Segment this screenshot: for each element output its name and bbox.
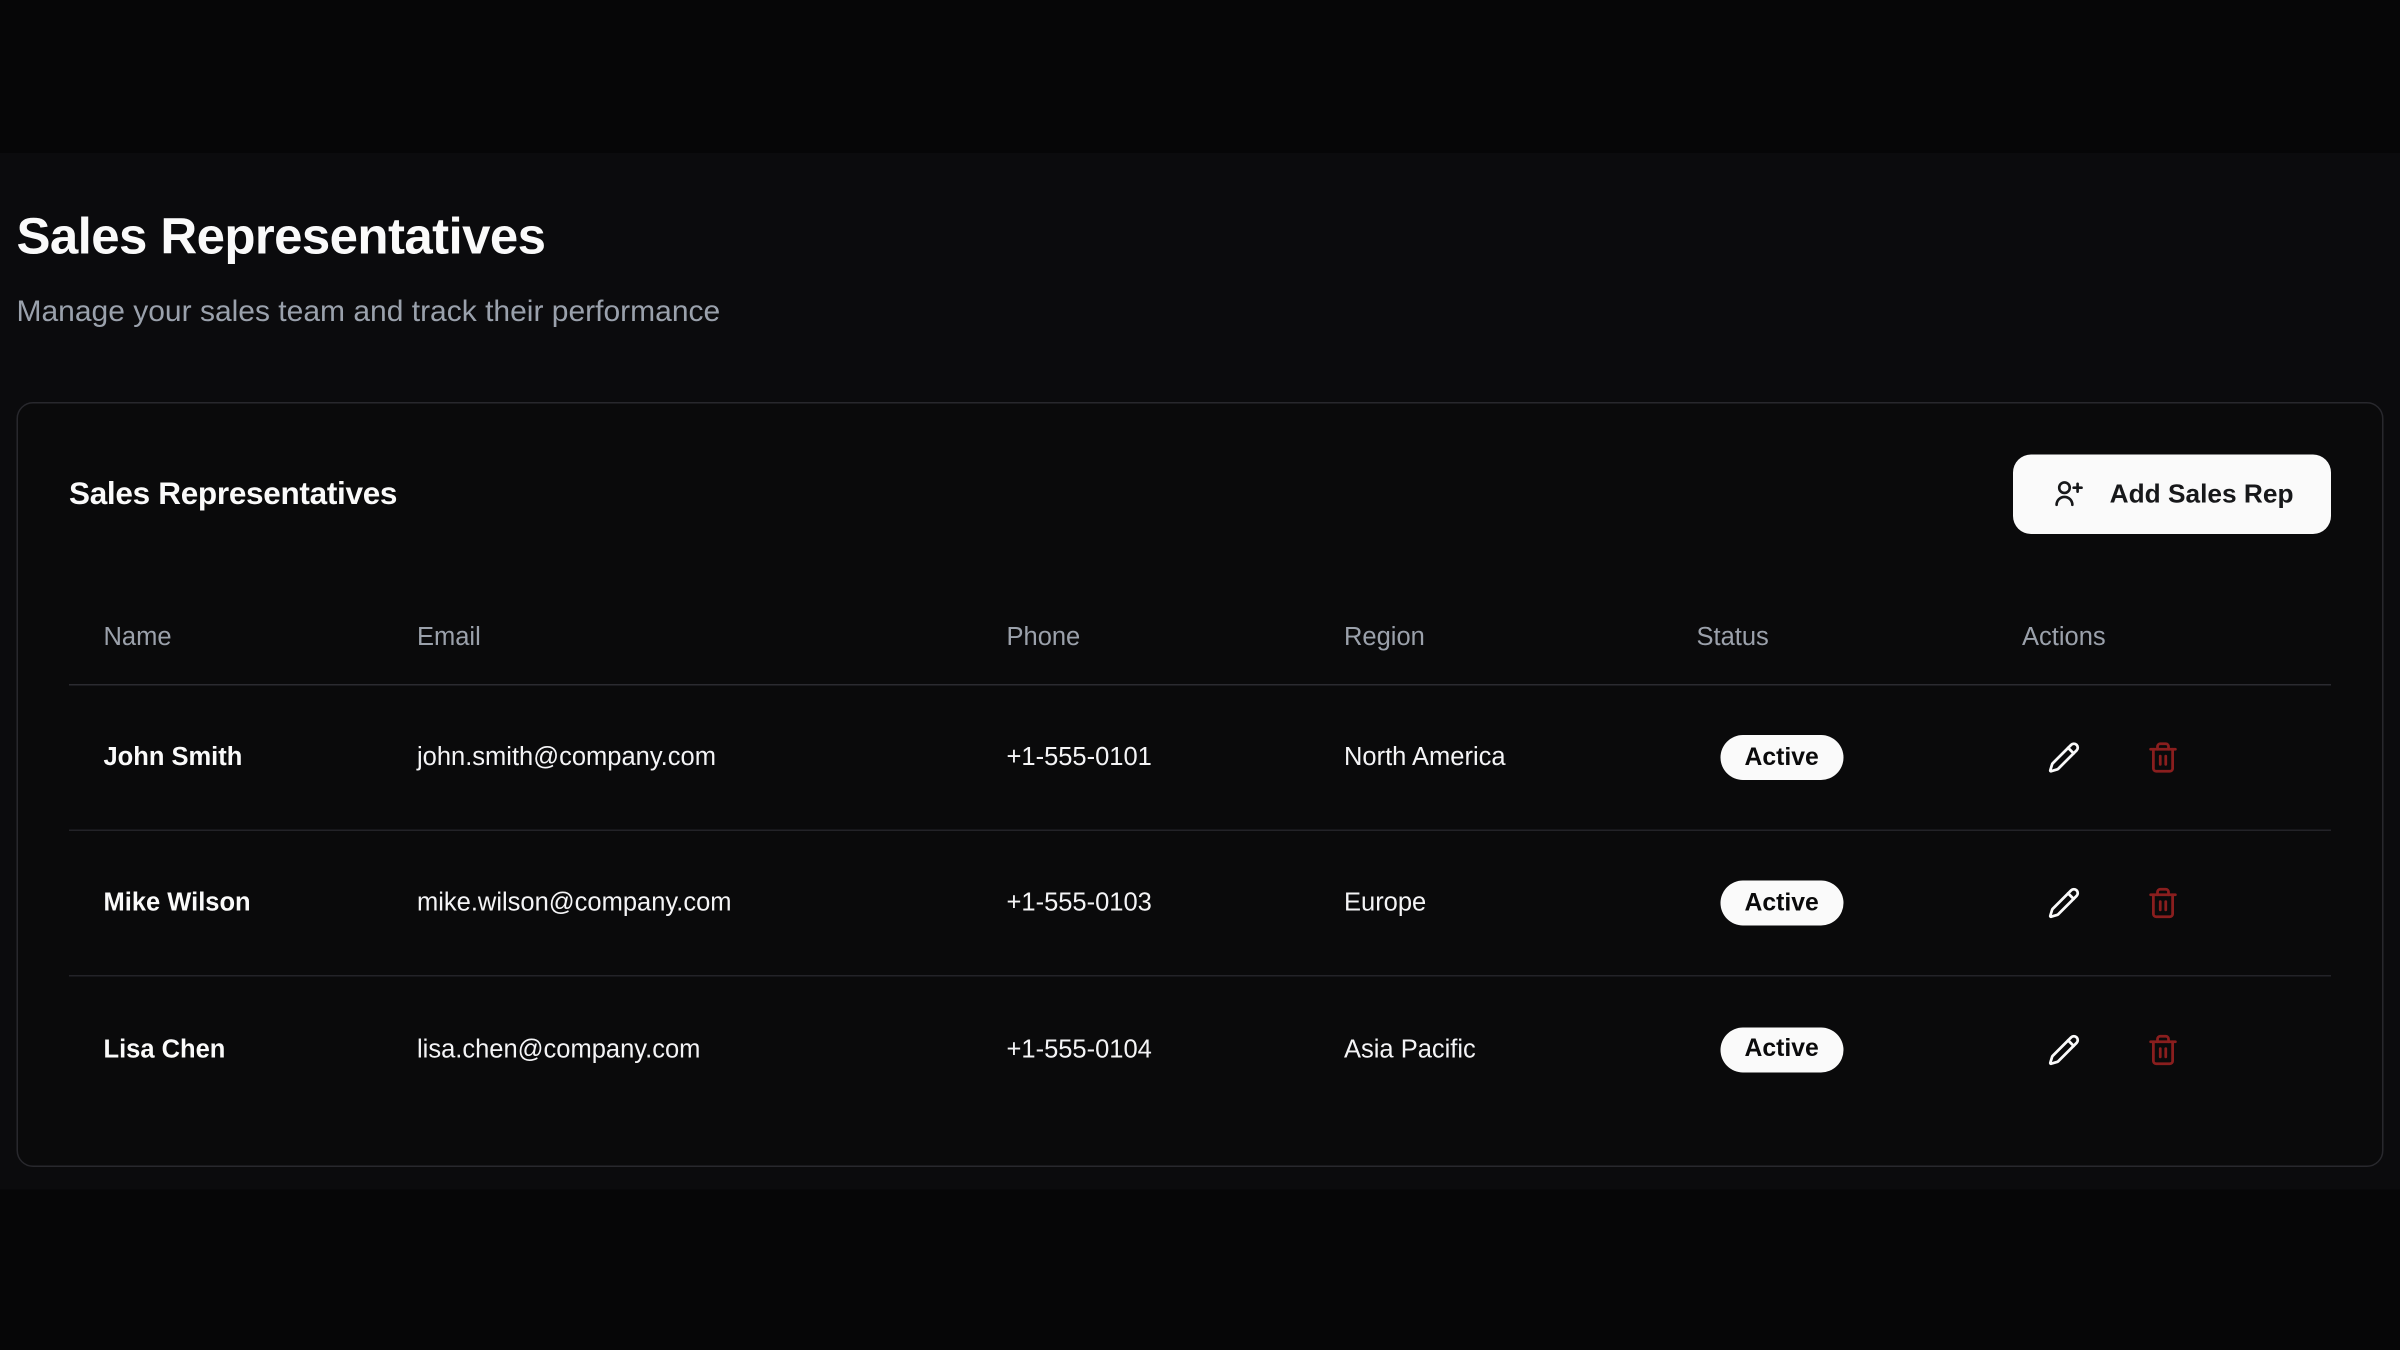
main-content: Sales Representatives Manage your sales … [0, 153, 2400, 1190]
column-header-email: Email [417, 622, 1007, 652]
add-sales-rep-label: Add Sales Rep [2110, 479, 2294, 511]
pencil-icon [2048, 887, 2081, 920]
trash-icon [2147, 741, 2180, 774]
pencil-icon [2048, 1033, 2081, 1066]
column-header-region: Region [1344, 622, 1697, 652]
rep-region: Europe [1344, 888, 1697, 918]
rep-region: Asia Pacific [1344, 1034, 1697, 1064]
row-actions [2022, 1033, 2331, 1066]
add-sales-rep-button[interactable]: Add Sales Rep [2014, 455, 2331, 535]
edit-button[interactable] [2048, 1033, 2081, 1066]
row-actions [2022, 741, 2331, 774]
rep-phone: +1-555-0103 [1007, 888, 1345, 918]
rep-phone: +1-555-0104 [1007, 1034, 1345, 1064]
table-header-row: Name Email Phone Region Status Actions [69, 590, 2331, 686]
column-header-phone: Phone [1007, 622, 1345, 652]
rep-name: Lisa Chen [104, 1034, 418, 1064]
rep-status-cell: Active [1697, 1027, 2023, 1072]
rep-name: John Smith [104, 743, 418, 773]
page-subtitle: Manage your sales team and track their p… [17, 296, 2384, 329]
status-badge: Active [1721, 881, 1843, 926]
table-row: Mike Wilson mike.wilson@company.com +1-5… [69, 831, 2331, 977]
rep-region: North America [1344, 743, 1697, 773]
app-viewport: Sales Representatives Manage your sales … [0, 0, 2400, 1350]
status-badge: Active [1721, 735, 1843, 780]
rep-email: lisa.chen@company.com [417, 1034, 1007, 1064]
rep-phone: +1-555-0101 [1007, 743, 1345, 773]
pencil-icon [2048, 741, 2081, 774]
rep-status-cell: Active [1697, 881, 2023, 926]
trash-icon [2147, 1033, 2180, 1066]
card-header: Sales Representatives Add Sales Rep [69, 455, 2331, 535]
table-row: Lisa Chen lisa.chen@company.com +1-555-0… [69, 977, 2331, 1123]
column-header-status: Status [1697, 622, 2023, 652]
rep-status-cell: Active [1697, 735, 2023, 780]
trash-icon [2147, 887, 2180, 920]
delete-button[interactable] [2147, 1033, 2180, 1066]
row-actions [2022, 887, 2331, 920]
rep-email: john.smith@company.com [417, 743, 1007, 773]
column-header-actions: Actions [2022, 622, 2331, 652]
table-row: John Smith john.smith@company.com +1-555… [69, 686, 2331, 832]
sales-reps-card: Sales Representatives Add Sales Rep Name [17, 402, 2384, 1167]
status-badge: Active [1721, 1027, 1843, 1072]
table-body: John Smith john.smith@company.com +1-555… [69, 686, 2331, 1123]
edit-button[interactable] [2048, 741, 2081, 774]
rep-email: mike.wilson@company.com [417, 888, 1007, 918]
card-title: Sales Representatives [69, 476, 397, 512]
column-header-name: Name [104, 622, 418, 652]
rep-name: Mike Wilson [104, 888, 418, 918]
delete-button[interactable] [2147, 887, 2180, 920]
edit-button[interactable] [2048, 887, 2081, 920]
page-title: Sales Representatives [17, 207, 2384, 267]
user-plus-icon [2053, 479, 2085, 511]
delete-button[interactable] [2147, 741, 2180, 774]
